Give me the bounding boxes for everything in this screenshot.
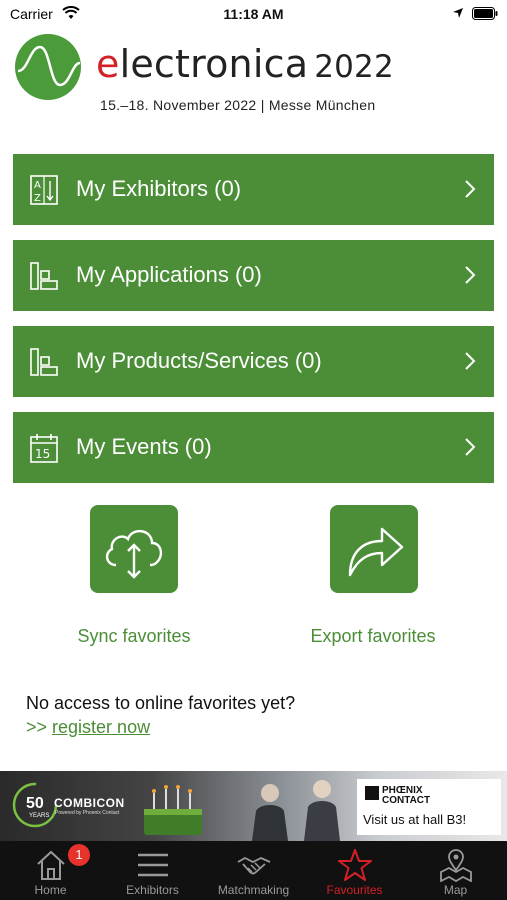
ad-banner[interactable]: 50 YEARS COMBICON Powered by Phoenix Con…	[0, 771, 507, 841]
my-applications-label: My Applications (0)	[76, 262, 262, 287]
banner-cta: Visit us at hall B3!	[363, 812, 467, 827]
tab-exhibitors[interactable]: Exhibitors	[102, 841, 203, 900]
az-sort-icon: A Z	[30, 175, 58, 205]
svg-text:15: 15	[35, 447, 50, 461]
favorites-list: A Z My Exhibitors (0) My Applications (0…	[13, 154, 494, 498]
chevron-right-icon	[465, 352, 476, 370]
tab-home[interactable]: 1 Home	[0, 841, 101, 900]
register-line: >> register now	[26, 717, 150, 738]
status-bar: Carrier 11:18 AM	[0, 0, 507, 28]
banner-badge-years: YEARS	[29, 813, 50, 819]
electronica-logo-icon	[15, 34, 81, 100]
svg-text:A: A	[34, 180, 41, 191]
my-applications-row[interactable]: My Applications (0)	[13, 240, 494, 311]
tab-matchmaking[interactable]: Matchmaking	[203, 841, 304, 900]
online-access-notice: No access to online favorites yet?	[26, 693, 296, 713]
menu-icon	[138, 853, 168, 877]
handshake-icon	[237, 856, 271, 875]
sync-favorites-label[interactable]: Sync favorites	[34, 626, 234, 647]
svg-text:Z: Z	[34, 193, 41, 204]
wordmark-rest: lectronica	[119, 42, 309, 86]
register-prefix: >>	[26, 717, 53, 737]
my-events-row[interactable]: 15 My Events (0)	[13, 412, 494, 483]
calendar-icon: 15	[30, 434, 58, 463]
banner-badge-number: 50	[26, 795, 44, 812]
export-favorites-button[interactable]	[330, 505, 418, 593]
battery-icon	[472, 7, 498, 20]
my-events-label: My Events (0)	[76, 434, 212, 459]
my-products-services-label: My Products/Services (0)	[76, 348, 322, 373]
business-people-image	[252, 780, 340, 841]
register-now-link[interactable]: register now	[52, 717, 150, 737]
logo-wordmark: electronica 2022	[96, 42, 394, 86]
banner-powered-by: Powered by Phoenix Contact	[55, 810, 120, 816]
tab-map[interactable]: Map	[405, 841, 506, 900]
brand-line2: CONTACT	[382, 795, 431, 806]
chevron-right-icon	[465, 266, 476, 284]
status-time: 11:18 AM	[223, 6, 284, 22]
cloud-sync-icon	[105, 530, 163, 579]
tab-favourites[interactable]: Favourites	[304, 841, 405, 900]
share-arrow-icon	[348, 527, 404, 577]
sync-favorites-button[interactable]	[90, 505, 178, 593]
home-icon	[37, 850, 65, 880]
phoenix-contact-logo: PHŒNIX CONTACT	[365, 786, 430, 806]
tab-exhibitors-label: Exhibitors	[126, 883, 179, 897]
home-notification-badge: 1	[68, 844, 90, 866]
my-products-services-row[interactable]: My Products/Services (0)	[13, 326, 494, 397]
export-favorites-label[interactable]: Export favorites	[273, 626, 473, 647]
tab-favourites-label: Favourites	[326, 883, 383, 897]
chevron-right-icon	[465, 438, 476, 456]
products-icon	[30, 348, 58, 376]
app-header: electronica 2022 15.–18. November 2022 | …	[0, 28, 507, 118]
banner-product-name: COMBICON	[54, 796, 125, 810]
tab-map-label: Map	[443, 883, 468, 897]
tab-home-label: Home	[34, 883, 67, 897]
wordmark-year: 2022	[314, 49, 394, 85]
chevron-right-icon	[465, 180, 476, 198]
my-exhibitors-label: My Exhibitors (0)	[76, 176, 242, 201]
event-dates: 15.–18. November 2022 | Messe München	[100, 97, 376, 113]
map-pin-icon	[440, 849, 472, 882]
tab-bar: 1 Home Exhibitors Matchmaking Favourites…	[0, 841, 507, 900]
wordmark-e: e	[96, 42, 120, 86]
location-arrow-icon	[453, 8, 463, 18]
cake-image	[144, 785, 202, 835]
tab-matchmaking-label: Matchmaking	[217, 883, 290, 897]
banner-ad-box: PHŒNIX CONTACT Visit us at hall B3!	[357, 779, 501, 835]
my-exhibitors-row[interactable]: A Z My Exhibitors (0)	[13, 154, 494, 225]
phoenix-mark-icon	[365, 786, 379, 800]
star-icon	[338, 849, 372, 881]
applications-icon	[30, 262, 58, 290]
